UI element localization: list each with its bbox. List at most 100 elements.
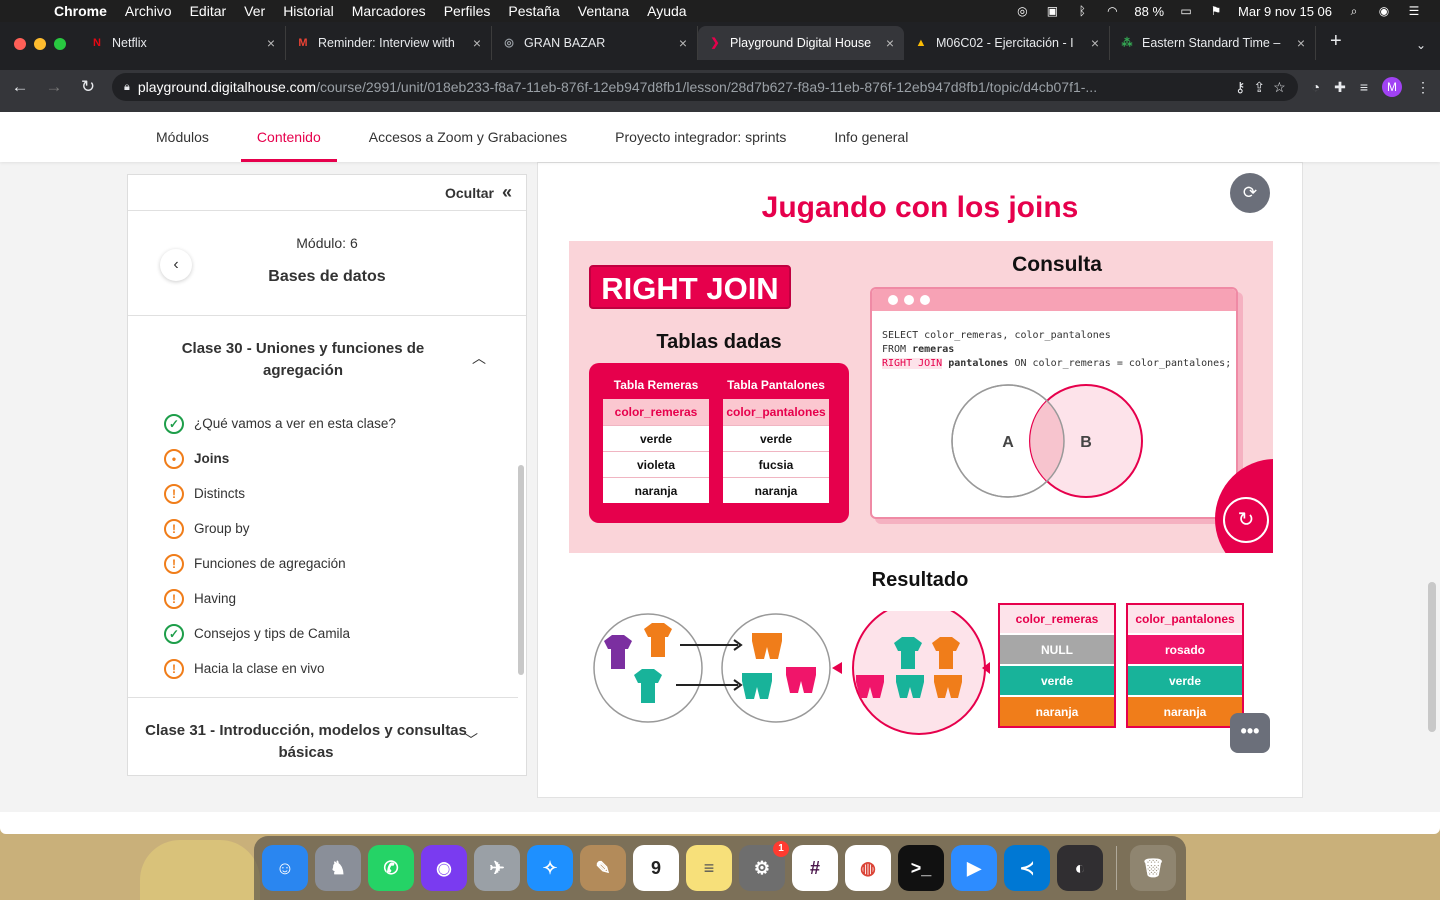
forward-icon[interactable]: →: [44, 77, 64, 97]
browser-tab[interactable]: N Netflix ×: [80, 26, 286, 60]
lesson-item[interactable]: ! Distincts: [164, 476, 506, 511]
dock-app-chrome[interactable]: ◍: [845, 845, 891, 891]
zoom-status-icon[interactable]: ▣: [1044, 4, 1060, 18]
lesson-item[interactable]: ✓ Consejos y tips de Camila: [164, 616, 506, 651]
dock-app-siri[interactable]: ◉: [421, 845, 467, 891]
tab-accesos-zoom[interactable]: Accesos a Zoom y Grabaciones: [353, 112, 583, 162]
page-scrollbar[interactable]: [1428, 582, 1436, 732]
menu-editar[interactable]: Editar: [190, 3, 227, 19]
dock-app-zoom[interactable]: ▶: [951, 845, 997, 891]
browser-tab[interactable]: ⁂ Eastern Standard Time – ×: [1110, 26, 1316, 60]
dock-app-preview[interactable]: ✎: [580, 845, 626, 891]
dock-app-launchpad[interactable]: ✈: [474, 845, 520, 891]
lesson-item[interactable]: ✓ ¿Qué vamos a ver en esta clase?: [164, 406, 506, 441]
dock-app-slack[interactable]: #: [792, 845, 838, 891]
menubar-datetime[interactable]: Mar 9 nov 15 06: [1238, 4, 1332, 19]
more-options-button[interactable]: •••: [1230, 713, 1270, 753]
close-tab-icon[interactable]: ×: [886, 35, 894, 51]
hide-sidebar-label[interactable]: Ocultar: [445, 185, 494, 201]
dock-app-obs[interactable]: ◐: [1057, 845, 1103, 891]
menu-pestana[interactable]: Pestaña: [508, 3, 559, 19]
extension-icon[interactable]: ◔: [1312, 79, 1320, 95]
sidebar-scrollbar[interactable]: [518, 465, 524, 675]
next-class-title[interactable]: Clase 31 - Introducción, modelos y consu…: [128, 720, 484, 764]
spotlight-search-icon[interactable]: ⌕: [1346, 4, 1362, 18]
tab-favicon-icon: N: [93, 37, 101, 49]
dock-app-finder[interactable]: ☺: [262, 845, 308, 891]
dock-app-vs-code[interactable]: ≺: [1004, 845, 1050, 891]
tab-proyecto-integrador[interactable]: Proyecto integrador: sprints: [599, 112, 802, 162]
menu-historial[interactable]: Historial: [283, 3, 334, 19]
dock-app-whatsapp[interactable]: ✆: [368, 845, 414, 891]
dock-app-tableplus[interactable]: ♞: [315, 845, 361, 891]
result-remeras-column: color_remeras: [1000, 605, 1114, 633]
close-tab-icon[interactable]: ×: [679, 35, 687, 51]
browser-tab[interactable]: ❯ Playground Digital House ×: [698, 26, 904, 60]
menu-archivo[interactable]: Archivo: [125, 3, 172, 19]
menu-ventana[interactable]: Ventana: [578, 3, 629, 19]
back-icon[interactable]: ←: [10, 77, 30, 97]
sql-line-1: SELECT color_remeras, color_pantalones: [882, 330, 1111, 341]
close-tab-icon[interactable]: ×: [473, 35, 481, 51]
minimize-window-button[interactable]: [34, 38, 46, 50]
menu-marcadores[interactable]: Marcadores: [352, 3, 426, 19]
dock-trash[interactable]: 🗑: [1130, 845, 1176, 891]
zoom-window-button[interactable]: [54, 38, 66, 50]
browser-tab[interactable]: ◎ GRAN BAZAR ×: [492, 26, 698, 60]
creative-cloud-icon[interactable]: ◎: [1014, 4, 1030, 18]
tab-modulos[interactable]: Módulos: [140, 112, 225, 162]
share-icon[interactable]: ⇪: [1253, 79, 1265, 96]
chevron-up-icon[interactable]: ︿: [472, 348, 486, 368]
close-tab-icon[interactable]: ×: [267, 35, 275, 51]
resultado-title: Resultado: [871, 569, 969, 591]
chrome-menu-icon[interactable]: ⋮: [1416, 79, 1430, 96]
lesson-item[interactable]: ! Hacia la clase en vivo: [164, 651, 506, 686]
chevron-down-icon[interactable]: ﹀: [464, 730, 478, 750]
key-icon[interactable]: ⚷: [1235, 79, 1245, 96]
control-center-icon[interactable]: ☰: [1406, 4, 1422, 18]
menu-perfiles[interactable]: Perfiles: [444, 3, 491, 19]
lesson-item[interactable]: ! Funciones de agregación: [164, 546, 506, 581]
dock-app-system-preferences[interactable]: ⚙ 1: [739, 841, 789, 891]
table-cell: verde: [723, 425, 829, 451]
dock-app-calendar[interactable]: 9: [633, 845, 679, 891]
extensions-puzzle-icon[interactable]: ✚: [1334, 79, 1346, 96]
siri-icon[interactable]: ◉: [1376, 4, 1392, 18]
dock-app-notes[interactable]: ≡: [686, 845, 732, 891]
rotate-device-button[interactable]: ⟳: [1230, 173, 1270, 213]
browser-tab[interactable]: ▲ M06C02 - Ejercitación - I ×: [904, 26, 1110, 60]
lesson-item[interactable]: ! Having: [164, 581, 506, 616]
class-title[interactable]: Clase 30 - Uniones y funciones de agrega…: [148, 338, 458, 382]
bluetooth-icon[interactable]: ᛒ: [1074, 4, 1090, 18]
reload-icon[interactable]: ↻: [78, 77, 98, 97]
tab-contenido[interactable]: Contenido: [240, 112, 337, 162]
menu-ayuda[interactable]: Ayuda: [647, 3, 686, 19]
close-window-button[interactable]: [14, 38, 26, 50]
dock-app-terminal[interactable]: >_: [898, 845, 944, 891]
next-class-section: Clase 31 - Introducción, modelos y consu…: [128, 697, 518, 764]
menu-ver[interactable]: Ver: [244, 3, 265, 19]
menu-app-name[interactable]: Chrome: [54, 3, 107, 19]
address-bar[interactable]: 🔒︎ playground.digitalhouse.com/course/29…: [112, 73, 1298, 101]
media-controls-icon[interactable]: ≡: [1360, 79, 1368, 95]
bookmark-star-icon[interactable]: ☆: [1273, 79, 1286, 96]
lesson-item[interactable]: ! Group by: [164, 511, 506, 546]
browser-tab[interactable]: M Reminder: Interview with ×: [286, 26, 492, 60]
double-chevron-left-icon[interactable]: «: [502, 182, 512, 203]
dock-app-safari[interactable]: ✧: [527, 845, 573, 891]
flag-icon[interactable]: ⚑: [1208, 4, 1224, 18]
lesson-item[interactable]: • Joins: [164, 441, 506, 476]
profile-avatar[interactable]: M: [1382, 77, 1402, 97]
wifi-icon[interactable]: ◠: [1104, 4, 1120, 18]
lesson-label: Having: [194, 591, 237, 606]
tab-title: Reminder: Interview with: [318, 36, 455, 50]
replay-icon[interactable]: ↻: [1223, 497, 1269, 543]
battery-icon[interactable]: ▭: [1178, 4, 1194, 18]
close-tab-icon[interactable]: ×: [1297, 35, 1305, 51]
tab-search-icon[interactable]: ⌄: [1416, 38, 1426, 52]
lock-icon[interactable]: 🔒︎: [124, 81, 130, 94]
close-tab-icon[interactable]: ×: [1091, 35, 1099, 51]
new-tab-button[interactable]: +: [1316, 30, 1356, 53]
tab-info-general[interactable]: Info general: [818, 112, 924, 162]
tab-favicon-icon: ⁂: [1121, 37, 1133, 49]
